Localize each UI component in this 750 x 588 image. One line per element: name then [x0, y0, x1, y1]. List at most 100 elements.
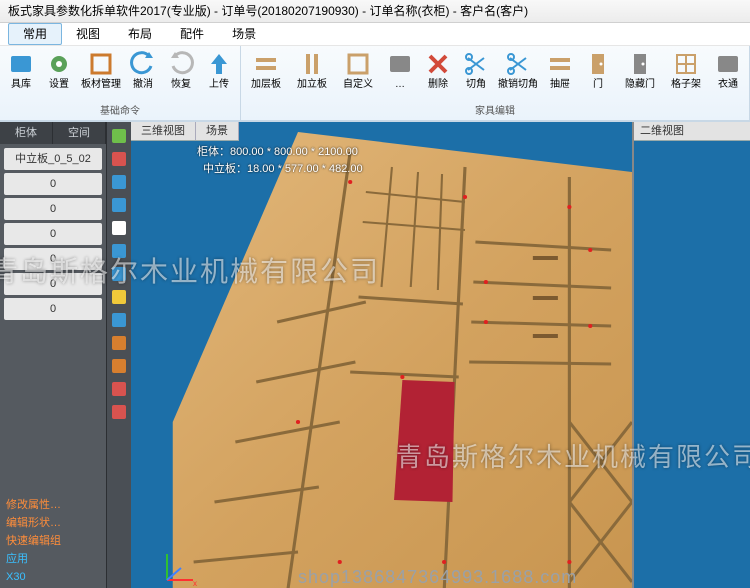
- ribbon-library[interactable]: 具库: [2, 48, 40, 90]
- parts-icon: [386, 50, 414, 78]
- vtool-zoom[interactable]: [109, 195, 129, 215]
- ribbon-group-基础命令: 具库设置板材管理撤消恢复上传基础命令: [0, 46, 241, 120]
- menu-布局[interactable]: 布局: [114, 24, 166, 44]
- menu-场景[interactable]: 场景: [218, 24, 270, 44]
- left-action[interactable]: 快速编辑组: [6, 532, 100, 550]
- panel-dims: 中立板：18.00 * 577.00 * 482.00: [203, 160, 363, 176]
- ribbon-label: 加层板: [251, 79, 281, 90]
- view3d-tab-三维视图[interactable]: 三维视图: [131, 122, 196, 140]
- shop-url: shop1386847364993.1688.com: [298, 567, 577, 588]
- left-bottom[interactable]: 应用: [6, 550, 100, 568]
- vtool-eye[interactable]: [109, 287, 129, 307]
- ribbon-label: 自定义: [343, 79, 373, 90]
- cabinet-dims: 柜体：800.00 * 800.00 * 2100.00: [197, 144, 358, 160]
- left-actions: 修改属性…编辑形状…快速编辑组应用X30: [0, 490, 106, 588]
- vtool-puzzle-add[interactable]: [109, 126, 129, 146]
- menu-strip: 常用视图布局配件场景: [0, 23, 750, 46]
- vtool-marker[interactable]: [109, 379, 129, 399]
- ribbon-delete[interactable]: 删除: [419, 48, 457, 90]
- vtool-refresh[interactable]: [109, 172, 129, 192]
- ribbon-parts[interactable]: …: [381, 48, 419, 90]
- ribbon-label: 格子架: [671, 79, 701, 90]
- vtool-globe[interactable]: [109, 241, 129, 261]
- hanger-icon: [714, 50, 742, 78]
- library-icon: [7, 50, 35, 78]
- upload-icon: [205, 50, 233, 78]
- viewport-2d-title: 二维视图: [634, 122, 750, 141]
- ribbon-label: 切角: [466, 79, 486, 90]
- left-row-2[interactable]: 0: [4, 198, 102, 220]
- ribbon: 具库设置板材管理撤消恢复上传基础命令加层板加立板自定义…删除切角撤销切角抽屉门隐…: [0, 46, 750, 122]
- ribbon-drawer[interactable]: 抽屉: [541, 48, 579, 90]
- viewport-tabs: 三维视图场景: [131, 122, 239, 141]
- cabinet-render: [131, 122, 632, 588]
- ribbon-label: 隐藏门: [625, 79, 655, 90]
- drawer-icon: [546, 50, 574, 78]
- ribbon-settings[interactable]: 设置: [40, 48, 78, 90]
- redo-icon: [167, 50, 195, 78]
- vtool-marker2[interactable]: [109, 402, 129, 422]
- viewport-3d[interactable]: 三维视图场景 柜体：800.00 * 800.00 * 2100.00 中立板：…: [131, 122, 633, 588]
- ribbon-upload[interactable]: 上传: [200, 48, 238, 90]
- left-panel: 柜体空间 中立板_0_5_02 0 0 0 0 0 0 修改属性…编辑形状…快速编辑组应用X…: [0, 122, 107, 588]
- left-tab-柜体[interactable]: 柜体: [0, 122, 53, 144]
- workspace: 柜体空间 中立板_0_5_02 0 0 0 0 0 0 修改属性…编辑形状…快速编辑组应用X…: [0, 122, 750, 588]
- ribbon-undo[interactable]: 撤消: [124, 48, 162, 90]
- add-vpanel-icon: [298, 50, 326, 78]
- ribbon-label: 撤销切角: [498, 79, 538, 90]
- ribbon-label: 板材管理: [81, 79, 121, 90]
- ribbon-group-家具编辑: 加层板加立板自定义…删除切角撤销切角抽屉门隐藏门格子架衣通家具编辑: [241, 46, 750, 120]
- ribbon-custom[interactable]: 自定义: [335, 48, 381, 90]
- viewport-2d[interactable]: 二维视图: [633, 122, 750, 588]
- vertical-toolbar: [107, 122, 131, 588]
- menu-视图[interactable]: 视图: [62, 24, 114, 44]
- ribbon-label: 撤消: [133, 79, 153, 90]
- vtool-grid[interactable]: [109, 310, 129, 330]
- ribbon-lattice[interactable]: 格子架: [663, 48, 709, 90]
- menu-常用[interactable]: 常用: [8, 23, 62, 45]
- ribbon-add-vpanel[interactable]: 加立板: [289, 48, 335, 90]
- hidden-door-icon: [626, 50, 654, 78]
- vtool-cube[interactable]: [109, 264, 129, 284]
- axis-gizmo: x: [159, 548, 199, 588]
- left-tab-空间[interactable]: 空间: [53, 122, 106, 144]
- ribbon-add-layer[interactable]: 加层板: [243, 48, 289, 90]
- vtool-box-sm[interactable]: [109, 356, 129, 376]
- view3d-tab-场景[interactable]: 场景: [196, 122, 239, 140]
- left-list: 中立板_0_5_02 0 0 0 0 0 0: [0, 144, 106, 327]
- svg-text:x: x: [193, 579, 197, 588]
- undo-cut-icon: [504, 50, 532, 78]
- left-row-6[interactable]: 0: [4, 298, 102, 320]
- ribbon-label: 抽屉: [550, 79, 570, 90]
- left-row-4[interactable]: 0: [4, 248, 102, 270]
- ribbon-label: 加立板: [297, 79, 327, 90]
- vtool-checker[interactable]: [109, 218, 129, 238]
- ribbon-label: 具库: [11, 79, 31, 90]
- delete-icon: [424, 50, 452, 78]
- ribbon-hidden-door[interactable]: 隐藏门: [617, 48, 663, 90]
- ribbon-label: 删除: [428, 79, 448, 90]
- ribbon-undo-cut[interactable]: 撤销切角: [495, 48, 541, 90]
- ribbon-redo[interactable]: 恢复: [162, 48, 200, 90]
- custom-icon: [344, 50, 372, 78]
- left-row-3[interactable]: 0: [4, 223, 102, 245]
- ribbon-door[interactable]: 门: [579, 48, 617, 90]
- panel-mgmt-icon: [87, 50, 115, 78]
- ribbon-label: 衣通: [718, 79, 738, 90]
- ribbon-hanger[interactable]: 衣通: [709, 48, 747, 90]
- left-row-1[interactable]: 0: [4, 173, 102, 195]
- left-row-0[interactable]: 中立板_0_5_02: [4, 148, 102, 170]
- left-bottom[interactable]: X30: [6, 568, 100, 586]
- cut-corner-icon: [462, 50, 490, 78]
- left-action[interactable]: 修改属性…: [6, 496, 100, 514]
- vtool-puzzle-del[interactable]: [109, 149, 129, 169]
- vtool-box-lg[interactable]: [109, 333, 129, 353]
- left-row-5[interactable]: 0: [4, 273, 102, 295]
- ribbon-label: 恢复: [171, 79, 191, 90]
- ribbon-label: 上传: [209, 79, 229, 90]
- title-bar: 板式家具参数化拆单软件2017(专业版) - 订单号(2018020719093…: [0, 0, 750, 23]
- left-action[interactable]: 编辑形状…: [6, 514, 100, 532]
- menu-配件[interactable]: 配件: [166, 24, 218, 44]
- ribbon-panel-mgmt[interactable]: 板材管理: [78, 48, 124, 90]
- ribbon-cut-corner[interactable]: 切角: [457, 48, 495, 90]
